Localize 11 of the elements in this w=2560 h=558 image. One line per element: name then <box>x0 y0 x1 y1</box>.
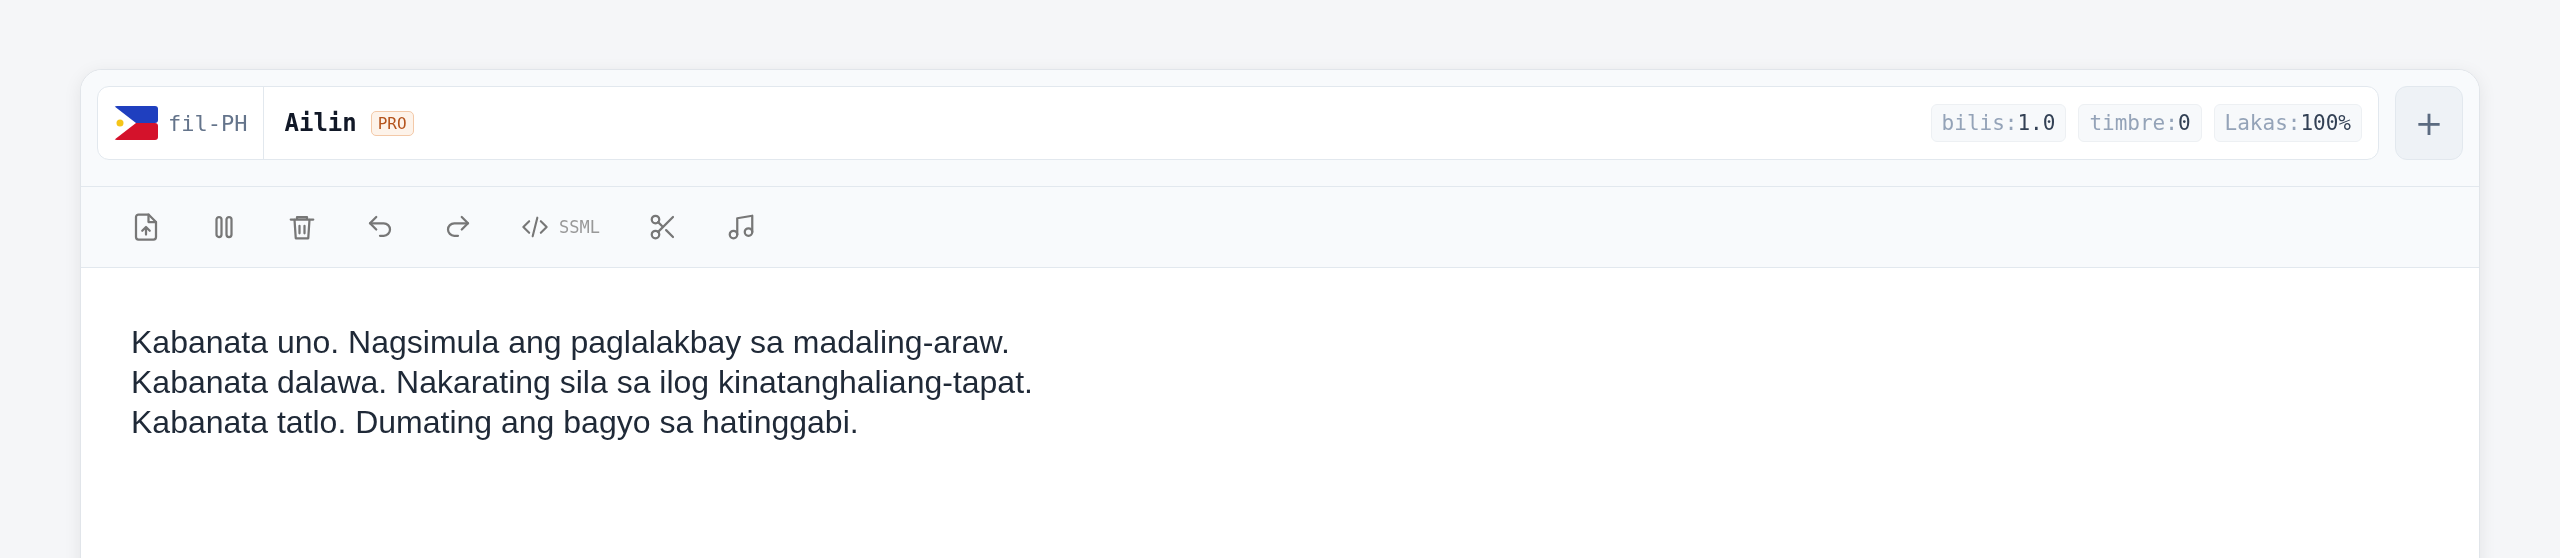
flag-icon <box>114 106 158 140</box>
parameter-chip[interactable]: timbre:0 <box>2078 104 2202 142</box>
text-line: Kabanata tatlo. Dumating ang bagyo sa hatinggabi. <box>131 403 859 442</box>
pro-badge: PRO <box>370 110 414 136</box>
add-button[interactable]: + <box>2395 86 2463 160</box>
voice-name: Ailin <box>284 109 357 137</box>
parameter-chip[interactable]: bilis:1.0 <box>1930 104 2067 142</box>
locale-label: fil-PH <box>168 110 248 136</box>
text-line: Kabanata uno. Nagsimula ang paglalakbay sa madaling-araw. <box>131 323 1010 362</box>
text-line: Kabanata dalawa. Nakarating sila sa ilog kinatanghaliang-tapat. <box>131 363 1033 402</box>
parameter-chip[interactable]: Lakas:100% <box>2213 104 2362 142</box>
